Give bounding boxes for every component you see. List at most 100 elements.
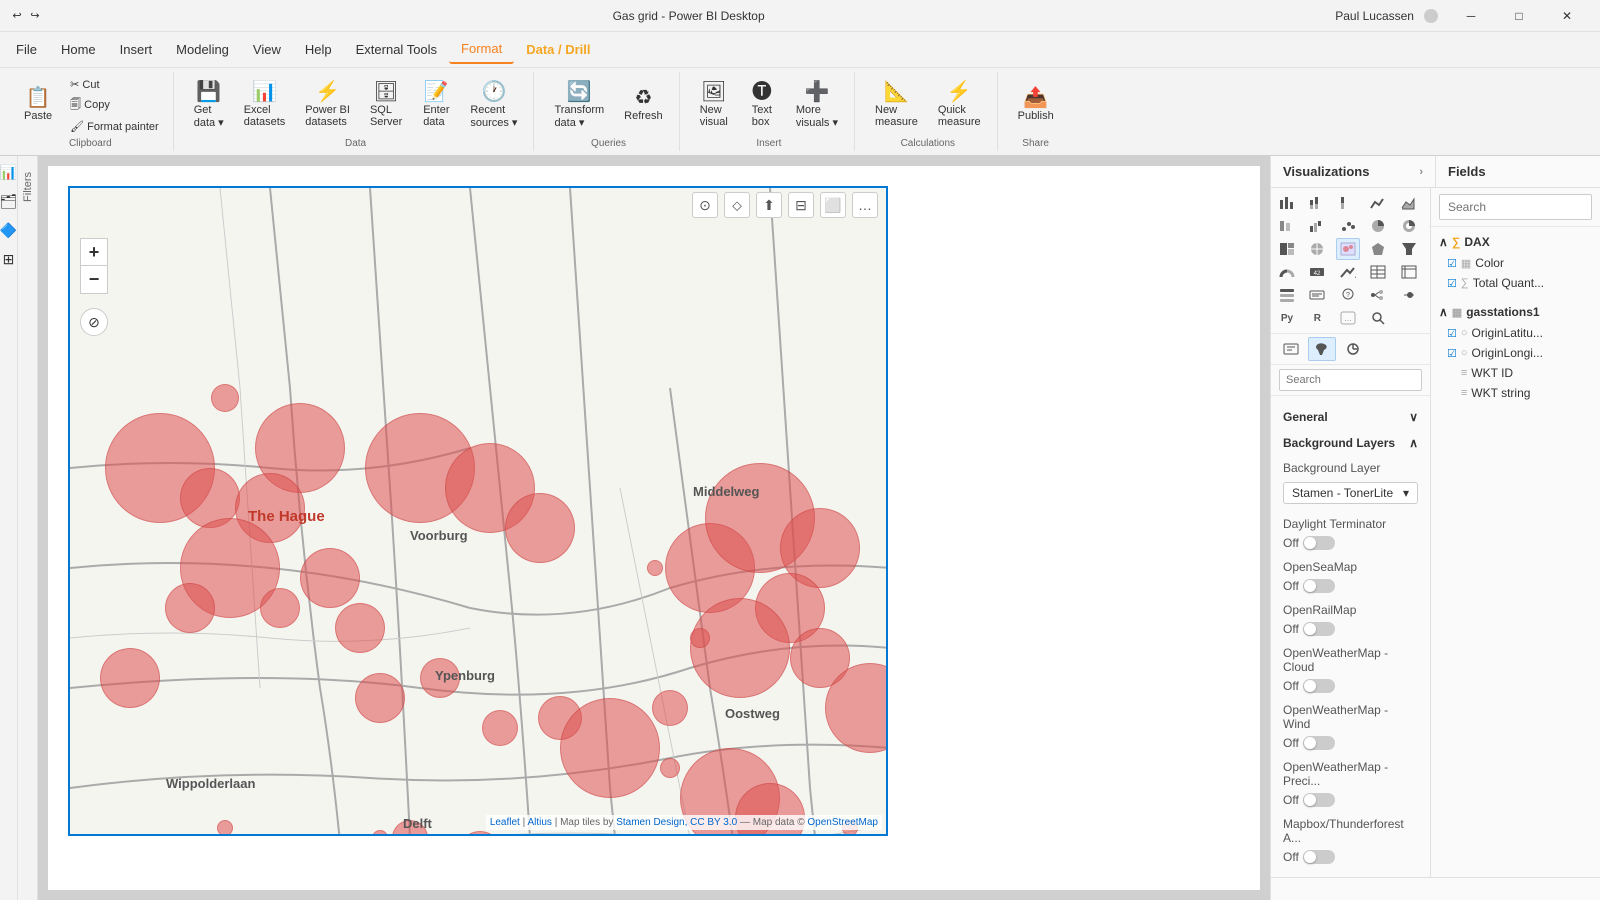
viz-donut[interactable] bbox=[1397, 215, 1421, 237]
viz-custom1[interactable]: … bbox=[1336, 307, 1360, 329]
viz-qna[interactable]: ? bbox=[1336, 284, 1360, 306]
ribbon-publish-btn[interactable]: 📤 Publish bbox=[1010, 84, 1062, 126]
openWeatherWind-track[interactable] bbox=[1303, 736, 1335, 750]
nav-model-icon[interactable]: 🔷 bbox=[0, 222, 17, 239]
viz-matrix[interactable] bbox=[1397, 261, 1421, 283]
menu-modeling[interactable]: Modeling bbox=[164, 36, 241, 63]
viz-table[interactable] bbox=[1366, 261, 1390, 283]
format-fields-btn[interactable] bbox=[1277, 337, 1305, 361]
viz-card[interactable]: 42 bbox=[1305, 261, 1329, 283]
nav-report-icon[interactable]: 📊 bbox=[0, 164, 17, 181]
field-wkt-string[interactable]: ☑ ≡ WKT string bbox=[1439, 383, 1592, 403]
ribbon-cut-btn[interactable]: ✂ Cut bbox=[64, 76, 165, 93]
field-color[interactable]: ☑ ▦ Color bbox=[1439, 253, 1592, 273]
map-filter-btn[interactable]: ⊟ bbox=[788, 192, 814, 218]
nav-data-icon[interactable]: 🗂 bbox=[0, 193, 17, 210]
menu-help[interactable]: Help bbox=[293, 36, 344, 63]
menu-format[interactable]: Format bbox=[449, 35, 514, 64]
openWeatherWind-toggle[interactable]: Off bbox=[1283, 736, 1335, 750]
ribbon-sql-btn[interactable]: 🗄 SQLServer bbox=[362, 78, 410, 132]
field-wkt-id[interactable]: ☑ ≡ WKT ID bbox=[1439, 363, 1592, 383]
ribbon-get-data-btn[interactable]: 💾 Getdata ▾ bbox=[186, 78, 232, 133]
altius-link[interactable]: Altius bbox=[527, 817, 551, 828]
openWeatherPreci-track[interactable] bbox=[1303, 793, 1335, 807]
field-origin-lat[interactable]: ☑ ○ OriginLatitu... bbox=[1439, 323, 1592, 343]
daylight-track[interactable] bbox=[1303, 536, 1335, 550]
ribbon-quick-measure-btn[interactable]: ⚡ Quickmeasure bbox=[930, 78, 989, 132]
viz-area-chart[interactable] bbox=[1397, 192, 1421, 214]
viz-decomp-tree[interactable] bbox=[1366, 284, 1390, 306]
viz-ribbon[interactable] bbox=[1275, 215, 1299, 237]
viz-panel-chevron[interactable]: › bbox=[1419, 166, 1423, 178]
fields-search-input[interactable] bbox=[1439, 194, 1592, 220]
format-bg-layers-header[interactable]: Background Layers ∧ bbox=[1271, 430, 1430, 456]
openRailMap-toggle[interactable]: Off bbox=[1283, 622, 1335, 636]
ribbon-format-painter-btn[interactable]: 🖌 Format painter bbox=[64, 118, 165, 135]
menu-data-drill[interactable]: Data / Drill bbox=[514, 36, 602, 63]
openWeatherPreci-toggle[interactable]: Off bbox=[1283, 793, 1335, 807]
menu-view[interactable]: View bbox=[241, 36, 293, 63]
map-expand-btn[interactable]: ⬜ bbox=[820, 192, 846, 218]
format-general-header[interactable]: General ∨ bbox=[1271, 404, 1430, 430]
stamen-link[interactable]: Stamen Design, CC BY 3.0 bbox=[616, 817, 737, 828]
viz-filled-map[interactable] bbox=[1366, 238, 1390, 260]
daylight-toggle[interactable]: Off bbox=[1283, 536, 1335, 550]
menu-file[interactable]: File bbox=[4, 36, 49, 63]
field-total-quant[interactable]: ☑ ∑ Total Quant... bbox=[1439, 273, 1592, 293]
fields-gasstations-header[interactable]: ∧ ▦ gasstations1 bbox=[1439, 301, 1592, 323]
mapboxThunder-track[interactable] bbox=[1303, 850, 1335, 864]
ribbon-copy-btn[interactable]: 🗐 Copy bbox=[64, 94, 165, 117]
fields-dax-header[interactable]: ∧ ∑ DAX bbox=[1439, 231, 1592, 253]
viz-gauge[interactable] bbox=[1275, 261, 1299, 283]
bg-layer-dropdown[interactable]: Stamen - TonerLite ▾ bbox=[1283, 482, 1418, 504]
mapboxThunder-toggle[interactable]: Off bbox=[1283, 850, 1335, 864]
viz-search-input[interactable] bbox=[1279, 369, 1422, 391]
openWeatherCloud-track[interactable] bbox=[1303, 679, 1335, 693]
viz-line-chart[interactable] bbox=[1366, 192, 1390, 214]
zoom-out-btn[interactable]: − bbox=[80, 266, 108, 294]
viz-stacked-bar[interactable] bbox=[1305, 192, 1329, 214]
ribbon-paste-btn[interactable]: 📋 Paste bbox=[16, 84, 60, 126]
field-origin-long[interactable]: ☑ ○ OriginLongi... bbox=[1439, 343, 1592, 363]
ribbon-more-visuals-btn[interactable]: ➕ Morevisuals ▾ bbox=[788, 78, 846, 133]
ribbon-excel-btn[interactable]: 📊 Exceldatasets bbox=[236, 78, 294, 132]
format-analytics-btn[interactable] bbox=[1339, 337, 1367, 361]
map-more-btn[interactable]: … bbox=[852, 192, 878, 218]
viz-r[interactable]: R bbox=[1305, 307, 1329, 329]
openSeaMap-track[interactable] bbox=[1303, 579, 1335, 593]
viz-python[interactable]: Py bbox=[1275, 307, 1299, 329]
viz-key-influencers[interactable] bbox=[1397, 284, 1421, 306]
viz-funnel[interactable] bbox=[1397, 238, 1421, 260]
openSeaMap-toggle[interactable]: Off bbox=[1283, 579, 1335, 593]
viz-treemap[interactable] bbox=[1275, 238, 1299, 260]
map-column-btn[interactable]: ⬦ bbox=[724, 192, 750, 218]
lasso-btn[interactable]: ⊘ bbox=[80, 308, 108, 336]
viz-search[interactable] bbox=[1366, 307, 1390, 329]
ribbon-refresh-btn[interactable]: ♻ Refresh bbox=[616, 84, 671, 126]
redo-button[interactable]: ↪ bbox=[28, 9, 42, 23]
viz-waterfall[interactable] bbox=[1305, 215, 1329, 237]
ribbon-enter-data-btn[interactable]: 📝 Enterdata bbox=[414, 78, 458, 132]
ribbon-new-visual-btn[interactable]: 🖼 Newvisual bbox=[692, 78, 736, 132]
map-up-btn[interactable]: ⬆ bbox=[756, 192, 782, 218]
nav-filters-icon[interactable]: ⊞ bbox=[3, 251, 15, 268]
viz-map[interactable] bbox=[1305, 238, 1329, 260]
leaflet-link[interactable]: Leaflet bbox=[490, 817, 520, 828]
maximize-button[interactable]: □ bbox=[1496, 0, 1542, 32]
openWeatherCloud-toggle[interactable]: Off bbox=[1283, 679, 1335, 693]
menu-home[interactable]: Home bbox=[49, 36, 108, 63]
viz-scatter[interactable] bbox=[1336, 215, 1360, 237]
ribbon-transform-btn[interactable]: 🔄 Transformdata ▾ bbox=[546, 78, 612, 133]
viz-slicer[interactable] bbox=[1275, 284, 1299, 306]
minimize-button[interactable]: ─ bbox=[1448, 0, 1494, 32]
ribbon-powerbi-btn[interactable]: ⚡ Power BIdatasets bbox=[297, 78, 358, 132]
zoom-in-btn[interactable]: + bbox=[80, 238, 108, 266]
map-visual[interactable]: ⊙ ⬦ ⬆ ⊟ ⬜ … + − ⊘ bbox=[68, 186, 888, 836]
close-button[interactable]: ✕ bbox=[1544, 0, 1590, 32]
ribbon-new-measure-btn[interactable]: 📐 Newmeasure bbox=[867, 78, 926, 132]
map-focus-btn[interactable]: ⊙ bbox=[692, 192, 718, 218]
viz-pie[interactable] bbox=[1366, 215, 1390, 237]
osm-link[interactable]: OpenStreetMap bbox=[807, 817, 878, 828]
menu-external-tools[interactable]: External Tools bbox=[344, 36, 449, 63]
viz-bubble-map[interactable] bbox=[1336, 238, 1360, 260]
